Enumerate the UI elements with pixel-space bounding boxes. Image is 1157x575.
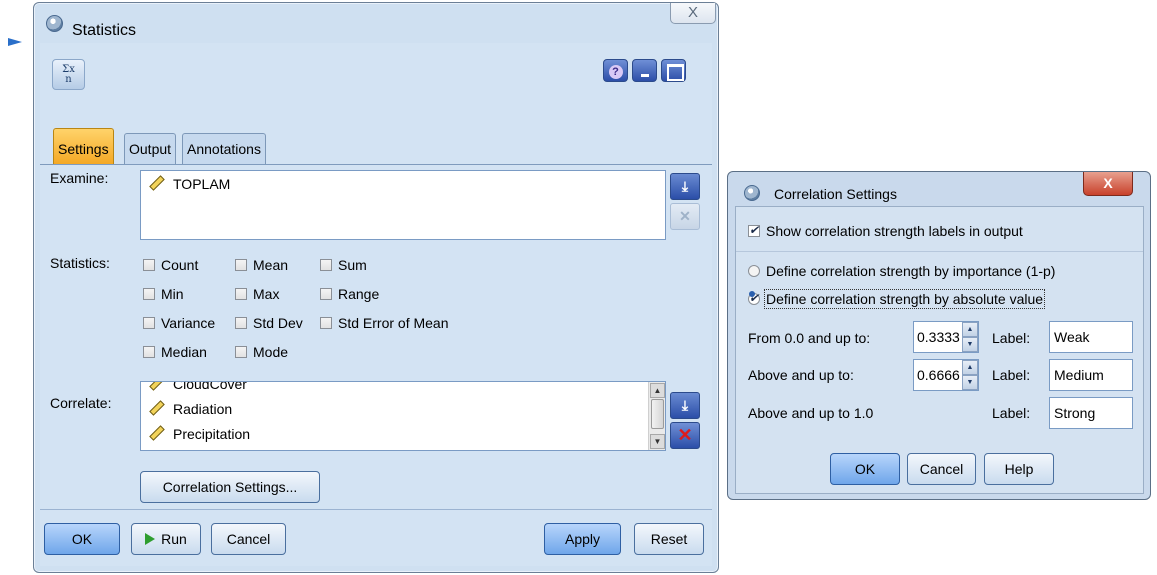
continuous-field-icon	[149, 400, 165, 416]
checkbox-mean[interactable]: Mean	[235, 257, 288, 273]
remove-field-button: ✕	[670, 203, 700, 230]
apply-button[interactable]: Apply	[544, 523, 621, 555]
checkbox-sum[interactable]: Sum	[320, 257, 367, 273]
continuous-field-icon	[149, 175, 165, 191]
divider	[736, 251, 1143, 252]
correlate-label: Correlate:	[50, 395, 112, 411]
checkbox-median[interactable]: Median	[143, 344, 207, 360]
field-name: TOPLAM	[173, 176, 231, 192]
threshold-1-spinner[interactable]: 0.3333 ▲ ▼	[913, 321, 979, 353]
field-picker-button[interactable]: ⤓	[670, 173, 700, 200]
scroll-down-arrow-icon[interactable]: ▼	[650, 434, 665, 449]
list-item[interactable]: TOPLAM	[149, 175, 231, 192]
tab-settings[interactable]: Settings	[53, 128, 114, 164]
pointer-arrow-icon	[8, 38, 22, 46]
scroll-thumb[interactable]	[651, 399, 664, 429]
label-caption: Label:	[992, 405, 1031, 421]
list-item[interactable]: Radiation	[149, 400, 233, 417]
ok-button[interactable]: OK	[44, 523, 120, 555]
statistics-label: Statistics:	[50, 255, 110, 271]
dialog-title: Correlation Settings	[774, 186, 897, 202]
checkbox-min[interactable]: Min	[143, 286, 184, 302]
run-label: Run	[161, 531, 187, 547]
close-button[interactable]: X	[670, 3, 716, 24]
continuous-field-icon	[149, 425, 165, 441]
title-bar: Statistics X	[34, 3, 718, 45]
spin-up-icon[interactable]: ▲	[962, 322, 978, 337]
correlate-list[interactable]: CloudCover Radiation Precipitation ▲ ▼	[140, 381, 666, 451]
dialog-ok-button[interactable]: OK	[830, 453, 900, 485]
strong-label-input[interactable]: Strong	[1049, 397, 1133, 429]
statistics-window: Statistics X Σx n ? Settings Output Annot…	[33, 2, 719, 573]
checkbox-range[interactable]: Range	[320, 286, 379, 302]
spin-down-icon[interactable]: ▼	[962, 375, 978, 390]
tab-output[interactable]: Output	[124, 133, 177, 164]
remove-field-button[interactable]: ✕	[670, 422, 700, 449]
threshold-1-value: 0.3333	[917, 329, 960, 345]
checkbox-std-dev[interactable]: Std Dev	[235, 315, 303, 331]
maximize-button[interactable]	[661, 59, 686, 82]
app-gem-icon	[46, 15, 63, 32]
list-item[interactable]: CloudCover	[149, 381, 247, 392]
examine-list[interactable]: TOPLAM	[140, 170, 666, 240]
dialog-close-button[interactable]: X	[1083, 172, 1133, 196]
spin-up-icon[interactable]: ▲	[962, 360, 978, 375]
radio-by-importance[interactable]: Define correlation strength by importanc…	[748, 263, 1055, 279]
dialog-help-button[interactable]: Help	[984, 453, 1054, 485]
examine-label: Examine:	[50, 170, 109, 186]
checkbox-mode[interactable]: Mode	[235, 344, 288, 360]
checkbox-count[interactable]: Count	[143, 257, 198, 273]
field-picker-button[interactable]: ⤓	[670, 392, 700, 419]
list-item[interactable]: Precipitation	[149, 425, 251, 442]
dialog-cancel-button[interactable]: Cancel	[907, 453, 976, 485]
cancel-button[interactable]: Cancel	[211, 523, 286, 555]
field-name: CloudCover	[173, 381, 247, 392]
medium-label-input[interactable]: Medium	[1049, 359, 1133, 391]
checkbox-variance[interactable]: Variance	[143, 315, 215, 331]
radio-by-absolute-value[interactable]: Define correlation strength by absolute …	[748, 289, 1046, 309]
play-icon	[145, 533, 156, 545]
label-caption: Label:	[992, 330, 1031, 346]
label-caption: Label:	[992, 367, 1031, 383]
checkbox-max[interactable]: Max	[235, 286, 279, 302]
statistics-node-icon[interactable]: Σx n	[52, 59, 85, 90]
threshold-2-value: 0.6666	[917, 367, 960, 383]
field-name: Radiation	[173, 401, 233, 417]
window-title: Statistics	[72, 22, 137, 39]
row2-label: Above and up to:	[748, 367, 854, 383]
weak-label-input[interactable]: Weak	[1049, 321, 1133, 353]
spin-down-icon[interactable]: ▼	[962, 337, 978, 352]
help-icon: ?	[608, 65, 623, 79]
dialog-body: Show correlation strength labels in outp…	[735, 206, 1144, 494]
minimize-button[interactable]	[632, 59, 657, 82]
run-button[interactable]: Run	[131, 523, 201, 555]
app-gem-icon	[744, 185, 760, 201]
show-strength-labels-checkbox[interactable]: Show correlation strength labels in outp…	[748, 223, 1023, 239]
settings-panel: Examine: TOPLAM ⤓ ✕ Statistics: Count Me…	[40, 164, 712, 509]
correlation-settings-button[interactable]: Correlation Settings...	[140, 471, 320, 503]
vertical-scrollbar[interactable]: ▲ ▼	[648, 382, 665, 450]
scroll-up-arrow-icon[interactable]: ▲	[650, 383, 665, 398]
button-bar: OK Run Cancel Apply Reset	[40, 509, 712, 566]
row1-label: From 0.0 and up to:	[748, 330, 871, 346]
correlation-settings-dialog: Correlation Settings X Show correlation …	[727, 171, 1151, 500]
help-button[interactable]: ?	[603, 59, 628, 82]
row3-label: Above and up to 1.0	[748, 405, 874, 421]
threshold-2-spinner[interactable]: 0.6666 ▲ ▼	[913, 359, 979, 391]
field-name: Precipitation	[173, 426, 251, 442]
window-content: Σx n ? Settings Output Annotations Examin…	[40, 43, 712, 566]
tab-annotations[interactable]: Annotations	[182, 133, 266, 164]
checkbox-std-error-of-mean[interactable]: Std Error of Mean	[320, 315, 449, 331]
continuous-field-icon	[149, 382, 165, 391]
dialog-title-bar: Correlation Settings X	[728, 172, 1150, 206]
reset-button[interactable]: Reset	[634, 523, 704, 555]
